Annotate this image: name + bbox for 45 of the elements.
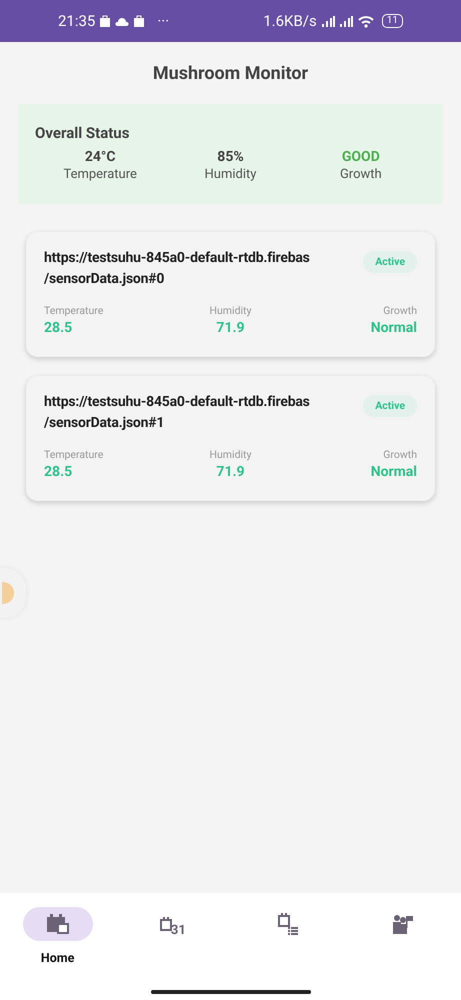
network-speed: 1.6KB/s — [263, 10, 317, 32]
app-title: Mushroom Monitor — [152, 62, 308, 86]
sensor-card[interactable]: https://testsuhu-845a0-default-rtdb.firebas /sensorData.json#1 Active Temperature 28.5 Humidity 71.9 Growth Normal — [26, 376, 435, 501]
reading-label: Growth — [383, 304, 417, 318]
reading-label: Humidity — [210, 448, 252, 462]
sensor-path: /sensorData.json#0 — [44, 270, 166, 289]
reading-label: Growth — [383, 448, 417, 462]
calendar-grid-icon — [46, 914, 69, 934]
stat-value: GOOD — [342, 148, 380, 166]
status-badge: Active — [363, 251, 417, 273]
stat-value: 85% — [217, 148, 244, 166]
reading-value: 28.5 — [44, 319, 72, 338]
reading-value: Normal — [370, 463, 417, 482]
reading-value: Normal — [370, 319, 417, 338]
stat-label: Temperature — [63, 166, 137, 184]
reading-label: Temperature — [44, 304, 104, 318]
date-number: 31 — [170, 924, 186, 937]
status-badge: Active — [363, 395, 417, 417]
reading-value: 28.5 — [44, 463, 72, 482]
more-indicator: ··· — [157, 10, 170, 32]
people-icon — [393, 914, 414, 934]
bag-icon — [100, 15, 110, 27]
stat-label: Growth — [340, 166, 382, 184]
reading-label: Temperature — [44, 448, 104, 462]
sensor-path: /sensorData.json#1 — [44, 414, 166, 433]
bag-icon — [134, 15, 144, 27]
clock: 21:35 — [58, 10, 96, 32]
nav-tab[interactable]: Home — [0, 907, 116, 967]
signal-icon — [322, 16, 335, 26]
reading-value: 71.9 — [216, 319, 245, 338]
calendar-icon — [160, 917, 172, 931]
reading-value: 71.9 — [216, 463, 245, 482]
sensor-url: https://testsuhu-845a0-default-rtdb.firebas — [44, 249, 310, 268]
sensor-url: https://testsuhu-845a0-default-rtdb.firebas — [44, 393, 310, 412]
stat-value: 24°C — [84, 148, 116, 166]
reading-label: Humidity — [210, 304, 252, 318]
wifi-icon — [358, 14, 374, 28]
signal-icon — [340, 16, 353, 26]
section-heading: Overall Status — [35, 123, 130, 144]
sensor-card[interactable]: https://testsuhu-845a0-default-rtdb.firebas /sensorData.json#0 Active Temperature 28.5 Humidity 71.9 Growth Normal — [26, 232, 435, 357]
battery-icon: 11 — [382, 14, 403, 28]
cloud-icon — [115, 16, 130, 26]
calendar-list-icon — [278, 913, 298, 935]
stat-label: Humidity — [204, 166, 256, 184]
nav-tab[interactable]: 31 — [115, 907, 230, 967]
